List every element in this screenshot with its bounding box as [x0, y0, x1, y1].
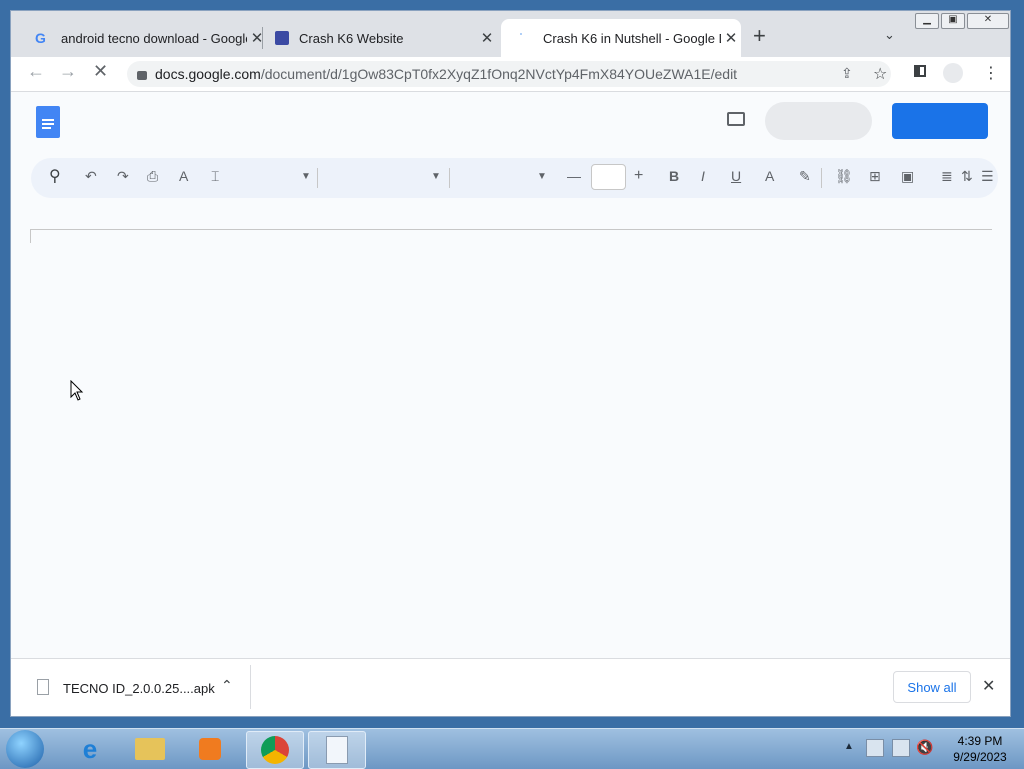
profile-avatar-icon[interactable] [943, 63, 963, 83]
chrome-taskbar-icon[interactable] [246, 731, 304, 769]
back-arrow-icon[interactable]: ← [27, 61, 45, 82]
tab-close-icon[interactable]: ✕ [721, 29, 741, 47]
document-canvas[interactable] [30, 237, 992, 657]
toolbar-divider [317, 168, 318, 188]
address-host: docs.google.com [155, 66, 261, 82]
network-icon[interactable] [892, 739, 910, 757]
clock-time: 4:39 PM [957, 734, 1003, 748]
paint-format-icon[interactable]: ⌶ [211, 168, 219, 185]
file-icon [37, 679, 49, 695]
insert-link-icon[interactable]: ⛓ [835, 168, 853, 185]
lock-icon [137, 70, 147, 80]
tab-close-icon[interactable]: ✕ [247, 29, 267, 47]
style-dropdown-icon[interactable]: ▼ [431, 171, 441, 182]
toolbar-divider [821, 168, 822, 188]
increase-font-icon[interactable]: + [634, 167, 643, 185]
show-all-button[interactable]: Show all [893, 671, 971, 703]
redo-icon[interactable]: ↷ [117, 168, 129, 185]
notepad-taskbar-icon[interactable] [308, 731, 366, 769]
docs-app: ⚲ ↶ ↷ ⎙ A ⌶ ▼ ▼ ▼ — + B I U A ✎ ⛓ ⊞ ▣ ≣ … [11, 92, 1010, 658]
tab-crash-docs[interactable]: ˈ Crash K6 in Nutshell - Google Do ✕ [501, 19, 741, 57]
bold-icon[interactable]: B [669, 168, 679, 184]
line-spacing-icon[interactable]: ⇅ [961, 168, 973, 185]
decrease-font-icon[interactable]: — [567, 168, 581, 184]
website-icon [275, 31, 289, 45]
address-path: /document/d/1gOw83CpT0fx2XyqZ1fOnq2NVctY… [260, 66, 738, 82]
zoom-dropdown-icon[interactable]: ▼ [301, 171, 311, 182]
close-download-bar-icon[interactable]: ✕ [982, 676, 995, 696]
tray-expand-icon[interactable]: ▲ [844, 741, 854, 752]
tab-separator [262, 27, 263, 49]
windows-taskbar: e ▲ 🔇 4:39 PM 9/29/2023 [0, 728, 1024, 769]
close-window-button[interactable]: ✕ [967, 13, 1009, 29]
address-bar[interactable]: docs.google.com/document/d/1gOw83CpT0fx2… [127, 61, 891, 87]
undo-icon[interactable]: ↶ [85, 168, 97, 185]
tab-close-icon[interactable]: ✕ [477, 29, 497, 47]
print-icon[interactable]: ⎙ [147, 168, 158, 185]
bookmark-star-icon[interactable]: ☆ [873, 64, 887, 84]
new-tab-button[interactable]: + [753, 25, 766, 47]
tab-title: android tecno download - Google [61, 30, 247, 46]
browser-window: G android tecno download - Google ✕ Cras… [10, 10, 1011, 717]
download-bar: TECNO ID_2.0.0.25....apk ⌃ Show all ✕ [11, 658, 1010, 716]
align-icon[interactable]: ≣ [941, 168, 953, 185]
tab-title: Crash K6 in Nutshell - Google Do [543, 30, 721, 46]
share-icon[interactable]: ⇪ [841, 65, 853, 82]
browser-toolbar: ← → ✕ docs.google.com/document/d/1gOw83C… [11, 57, 1010, 92]
italic-icon[interactable]: I [701, 168, 705, 184]
stop-loading-icon[interactable]: ✕ [93, 61, 108, 82]
chevron-up-icon[interactable]: ⌃ [221, 677, 233, 694]
volume-muted-icon[interactable]: 🔇 [916, 739, 933, 756]
font-dropdown-icon[interactable]: ▼ [537, 171, 547, 182]
clock-date: 9/29/2023 [953, 750, 1007, 764]
side-panel-icon[interactable] [914, 65, 926, 77]
docs-logo-icon[interactable] [36, 106, 60, 138]
search-menus-icon[interactable]: ⚲ [49, 166, 61, 186]
toolbar-divider [449, 168, 450, 188]
font-size-input[interactable] [591, 164, 626, 190]
docs-toolbar: ⚲ ↶ ↷ ⎙ A ⌶ ▼ ▼ ▼ — + B I U A ✎ ⛓ ⊞ ▣ ≣ … [31, 158, 998, 198]
forward-arrow-icon[interactable]: → [59, 61, 77, 82]
tab-crash-website[interactable]: Crash K6 Website ✕ [269, 19, 497, 57]
download-divider [250, 665, 251, 709]
file-explorer-icon[interactable] [122, 731, 178, 767]
action-center-icon[interactable] [866, 739, 884, 757]
mouse-cursor-icon [70, 380, 84, 401]
menu-icon[interactable]: ⋮ [983, 63, 999, 83]
spellcheck-icon[interactable]: A [179, 168, 188, 184]
insert-image-icon[interactable]: ▣ [901, 168, 914, 185]
internet-explorer-icon[interactable]: e [62, 731, 118, 767]
meet-button-placeholder[interactable] [765, 102, 872, 140]
tab-search-chevron-icon[interactable]: ⌄ [884, 27, 895, 43]
comments-icon[interactable] [727, 112, 745, 126]
google-icon: G [35, 30, 46, 46]
add-comment-icon[interactable]: ⊞ [869, 168, 881, 185]
tab-strip: G android tecno download - Google ✕ Cras… [11, 11, 1010, 57]
minimize-button[interactable]: ▁ [915, 13, 939, 29]
bulleted-list-icon[interactable]: ☰ [981, 168, 994, 185]
maximize-button[interactable]: ▣ [941, 13, 965, 29]
download-filename[interactable]: TECNO ID_2.0.0.25....apk [63, 681, 215, 696]
media-player-icon[interactable] [182, 731, 238, 767]
loading-icon: ˈ [519, 31, 523, 45]
text-color-icon[interactable]: A [765, 168, 774, 184]
start-button[interactable] [6, 730, 44, 768]
highlight-color-icon[interactable]: ✎ [799, 168, 811, 185]
underline-icon[interactable]: U [731, 168, 741, 184]
tab-google-search[interactable]: G android tecno download - Google ✕ [29, 19, 267, 57]
tab-title: Crash K6 Website [299, 30, 404, 46]
share-button-placeholder[interactable] [892, 103, 988, 139]
system-clock[interactable]: 4:39 PM 9/29/2023 [942, 733, 1018, 765]
ruler-line [30, 229, 992, 230]
